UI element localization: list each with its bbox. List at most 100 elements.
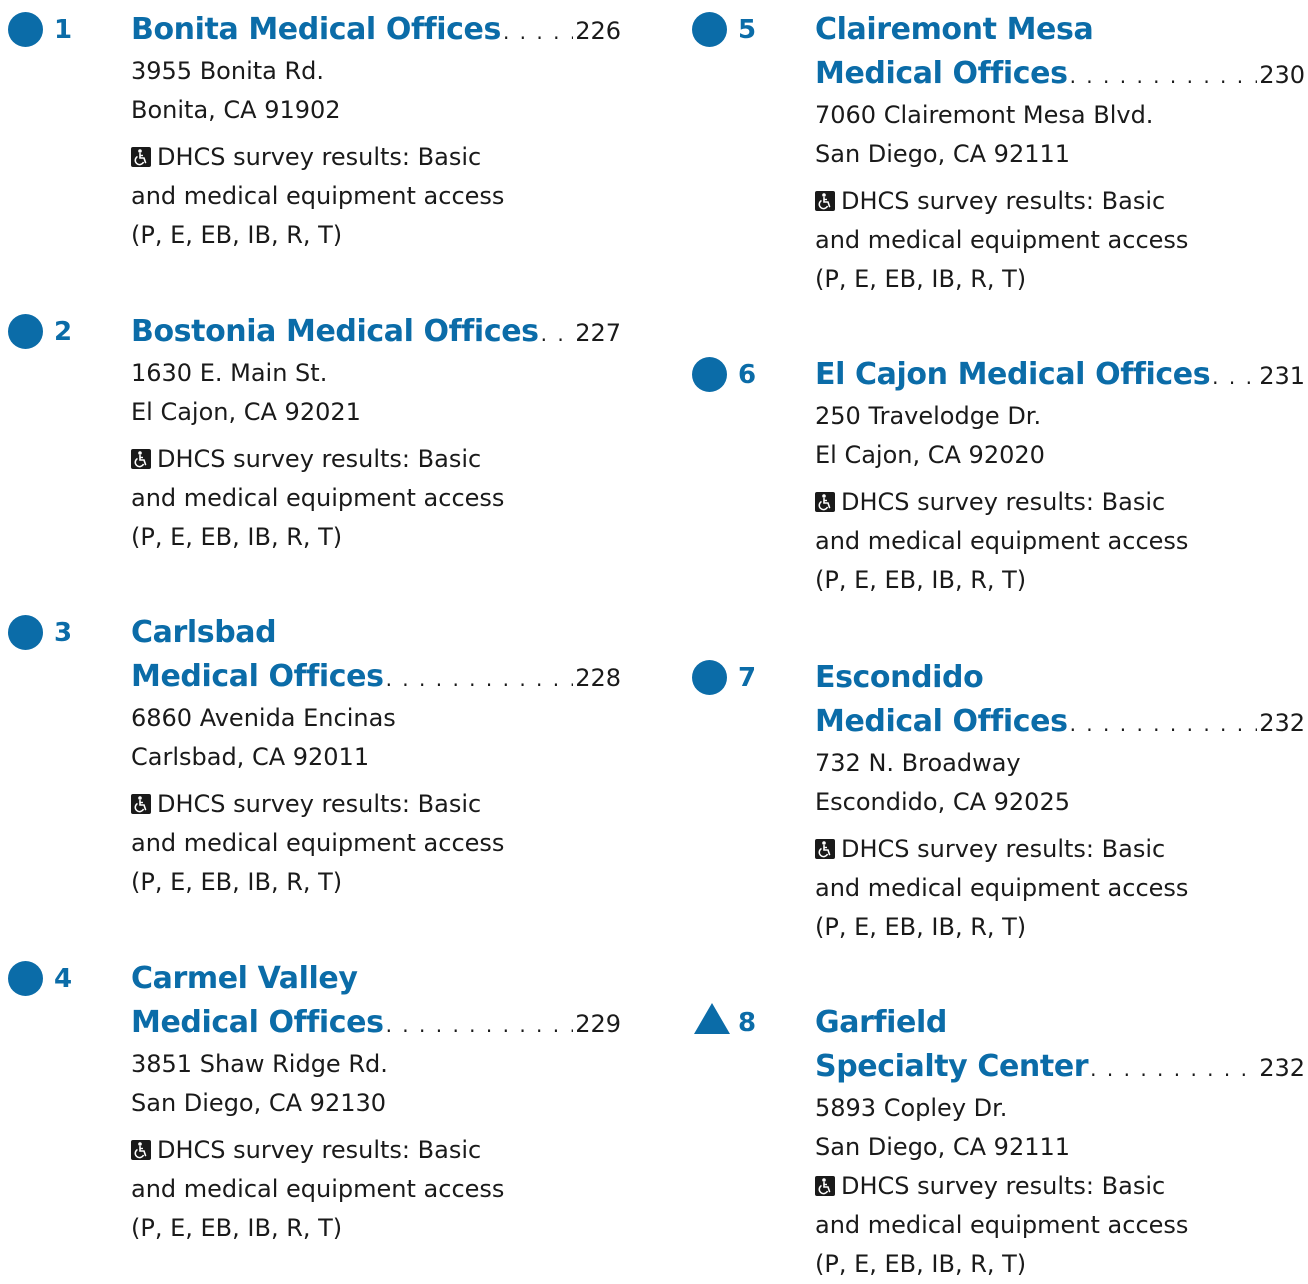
- facility-number: 8: [738, 1008, 757, 1038]
- page-number: 231: [1259, 362, 1305, 390]
- accessibility-line: and medical equipment access: [815, 869, 1305, 908]
- accessibility-line: and medical equipment access: [131, 824, 621, 863]
- facility-name-line[interactable]: Escondido: [815, 656, 1305, 700]
- accessibility-line: DHCS survey results: Basic: [815, 1167, 1305, 1206]
- page-number: 230: [1259, 61, 1305, 89]
- facility-circle-icon: [8, 615, 43, 650]
- wheelchair-icon: [131, 147, 151, 167]
- accessibility-text: DHCS survey results: Basic: [841, 187, 1166, 215]
- facility-circle-icon: [8, 314, 43, 349]
- city-state-zip: San Diego, CA 92111: [815, 140, 1071, 168]
- accessibility-text: and medical equipment access: [815, 226, 1189, 254]
- city-state-zip: El Cajon, CA 92020: [815, 441, 1045, 469]
- facility-address: 5893 Copley Dr. San Diego, CA 92111: [815, 1089, 1305, 1167]
- accessibility-info: DHCS survey results: Basic and medical eq…: [131, 785, 621, 902]
- wheelchair-icon: [815, 492, 835, 512]
- accessibility-line: DHCS survey results: Basic: [131, 440, 621, 479]
- accessibility-line: (P, E, EB, IB, R, T): [131, 518, 621, 557]
- facility-circle-icon: [8, 961, 43, 996]
- facility-address: 7060 Clairemont Mesa Blvd. San Diego, CA …: [815, 96, 1305, 174]
- facility-title-block: Escondido Medical Offices 232 732 N. Bro…: [815, 656, 1305, 947]
- street-address: 6860 Avenida Encinas: [131, 704, 396, 732]
- facility-name-line[interactable]: Carlsbad: [131, 611, 621, 655]
- facility-title-row: El Cajon Medical Offices 231: [815, 353, 1305, 397]
- facility-name-line[interactable]: Carmel Valley: [131, 957, 621, 1001]
- facility-name-line[interactable]: Clairemont Mesa: [815, 8, 1305, 52]
- facility-number: 7: [738, 663, 757, 693]
- accessibility-line: (P, E, EB, IB, R, T): [815, 908, 1305, 947]
- facility-title-row: Medical Offices 229: [131, 1001, 621, 1045]
- accessibility-text: DHCS survey results: Basic: [157, 790, 482, 818]
- facility-title-row: Specialty Center 232: [815, 1045, 1305, 1089]
- street-address: 3955 Bonita Rd.: [131, 57, 325, 85]
- facility-name[interactable]: Medical Offices: [131, 655, 384, 699]
- facility-name[interactable]: Medical Offices: [131, 1001, 384, 1045]
- accessibility-text: (P, E, EB, IB, R, T): [815, 265, 1027, 293]
- accessibility-line: (P, E, EB, IB, R, T): [131, 216, 621, 255]
- facility-name-line[interactable]: Garfield: [815, 1001, 1305, 1045]
- page-number: 229: [575, 1010, 621, 1038]
- wheelchair-icon: [815, 839, 835, 859]
- accessibility-info: DHCS survey results: Basic and medical eq…: [131, 138, 621, 255]
- facility-number: 1: [54, 15, 73, 45]
- dot-leader: [503, 20, 573, 44]
- accessibility-text: (P, E, EB, IB, R, T): [815, 913, 1027, 941]
- wheelchair-icon: [815, 191, 835, 211]
- accessibility-info: DHCS survey results: Basic and medical eq…: [131, 1131, 621, 1248]
- facility-title-block: El Cajon Medical Offices 231 250 Travelo…: [815, 353, 1305, 600]
- facility-circle-icon: [692, 357, 727, 392]
- accessibility-text: (P, E, EB, IB, R, T): [815, 1250, 1027, 1278]
- facility-number: 3: [54, 618, 73, 648]
- accessibility-line: (P, E, EB, IB, R, T): [815, 260, 1305, 299]
- street-address: 7060 Clairemont Mesa Blvd.: [815, 101, 1154, 129]
- street-address: 5893 Copley Dr.: [815, 1094, 1008, 1122]
- facility-address: 732 N. Broadway Escondido, CA 92025: [815, 744, 1305, 822]
- accessibility-info: DHCS survey results: Basic and medical eq…: [815, 1167, 1305, 1284]
- accessibility-info: DHCS survey results: Basic and medical eq…: [815, 830, 1305, 947]
- accessibility-text: and medical equipment access: [815, 527, 1189, 555]
- facility-address: 3851 Shaw Ridge Rd. San Diego, CA 92130: [131, 1045, 621, 1123]
- dot-leader: [1212, 365, 1257, 389]
- accessibility-line: (P, E, EB, IB, R, T): [131, 1209, 621, 1248]
- accessibility-line: (P, E, EB, IB, R, T): [815, 561, 1305, 600]
- accessibility-text: and medical equipment access: [131, 182, 505, 210]
- accessibility-text: DHCS survey results: Basic: [157, 143, 482, 171]
- facility-name[interactable]: Specialty Center: [815, 1045, 1089, 1089]
- facility-title-row: Bostonia Medical Offices 227: [131, 310, 621, 354]
- accessibility-text: and medical equipment access: [815, 874, 1189, 902]
- facility-number: 2: [54, 317, 73, 347]
- facility-title-block: Garfield Specialty Center 232 5893 Cople…: [815, 1001, 1305, 1284]
- facility-number: 4: [54, 964, 73, 994]
- accessibility-line: (P, E, EB, IB, R, T): [815, 1245, 1305, 1284]
- facility-title-row: Medical Offices 228: [131, 655, 621, 699]
- facility-name[interactable]: Bostonia Medical Offices: [131, 310, 539, 354]
- facility-title-row: Medical Offices 232: [815, 700, 1305, 744]
- accessibility-text: DHCS survey results: Basic: [841, 1172, 1166, 1200]
- page-number: 232: [1259, 709, 1305, 737]
- city-state-zip: San Diego, CA 92130: [131, 1089, 387, 1117]
- facility-name[interactable]: Medical Offices: [815, 52, 1068, 96]
- accessibility-info: DHCS survey results: Basic and medical eq…: [131, 440, 621, 557]
- accessibility-line: and medical equipment access: [131, 479, 621, 518]
- facility-number: 6: [738, 360, 757, 390]
- page-number: 232: [1259, 1054, 1305, 1082]
- dot-leader: [1070, 64, 1258, 88]
- accessibility-text: and medical equipment access: [131, 1175, 505, 1203]
- facility-number: 5: [738, 15, 757, 45]
- facility-name[interactable]: Medical Offices: [815, 700, 1068, 744]
- facility-name[interactable]: El Cajon Medical Offices: [815, 353, 1211, 397]
- wheelchair-icon: [131, 794, 151, 814]
- facility-title-block: Carlsbad Medical Offices 228 6860 Avenid…: [131, 611, 621, 902]
- accessibility-line: and medical equipment access: [131, 177, 621, 216]
- facility-title-row: Medical Offices 230: [815, 52, 1305, 96]
- accessibility-text: DHCS survey results: Basic: [841, 488, 1166, 516]
- accessibility-text: DHCS survey results: Basic: [841, 835, 1166, 863]
- dot-leader: [1070, 712, 1258, 736]
- facility-title-row: Bonita Medical Offices 226: [131, 8, 621, 52]
- accessibility-text: (P, E, EB, IB, R, T): [131, 523, 343, 551]
- accessibility-info: DHCS survey results: Basic and medical eq…: [815, 483, 1305, 600]
- facility-circle-icon: [692, 12, 727, 47]
- accessibility-text: and medical equipment access: [131, 484, 505, 512]
- facility-name[interactable]: Bonita Medical Offices: [131, 8, 501, 52]
- accessibility-line: and medical equipment access: [815, 522, 1305, 561]
